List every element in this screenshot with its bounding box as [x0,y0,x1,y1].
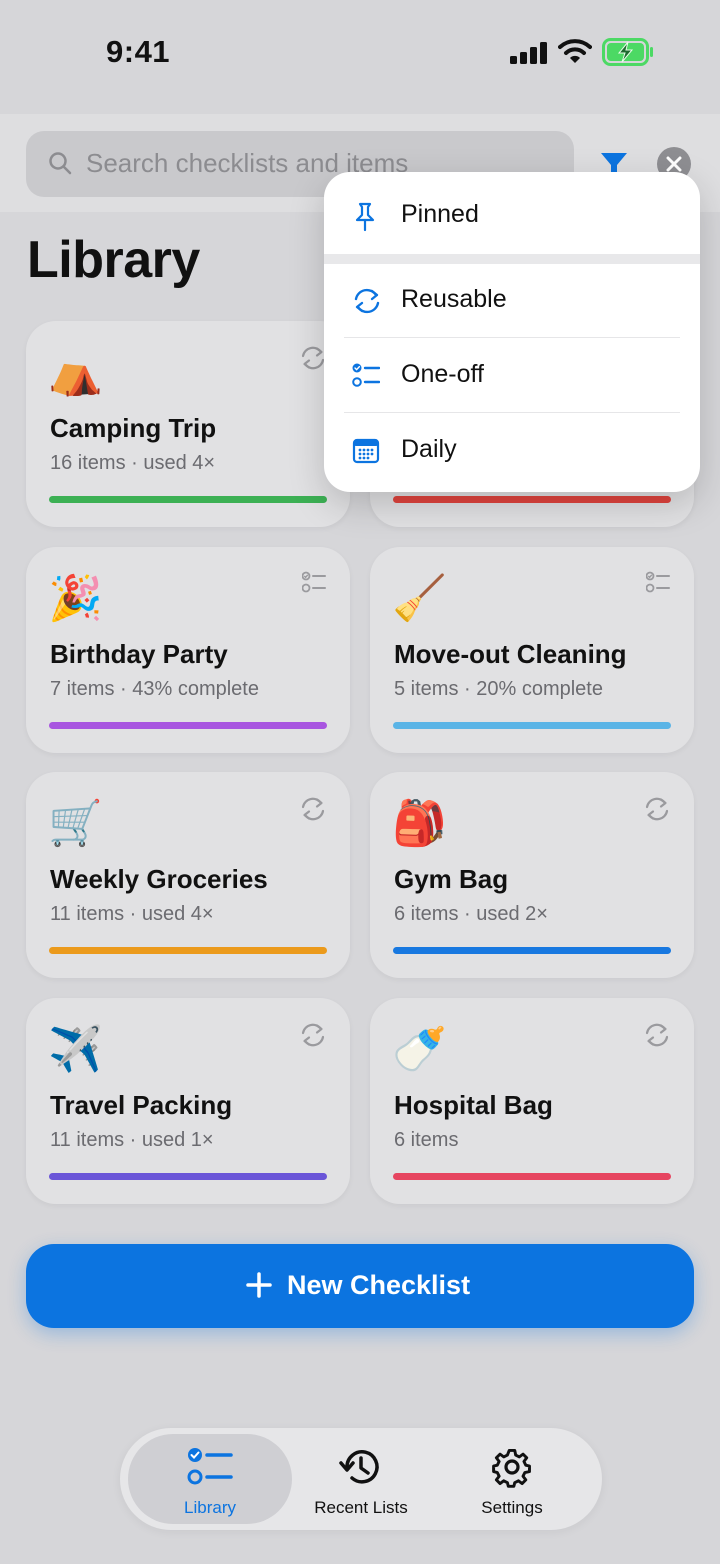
tab-label: Library [184,1498,236,1517]
checklist-color-bar [49,947,327,954]
checklist-meta: 5 items · 20% complete [394,678,603,700]
menu-item-label: Reusable [401,285,507,313]
checklist-title: Weekly Groceries [50,864,268,894]
checklist-title: Travel Packing [50,1090,233,1120]
new-checklist-label: New Checklist [287,1270,471,1300]
checklist-meta: 7 items · 43% complete [50,678,259,700]
menu-item-one-off[interactable]: One-off [324,338,700,412]
checklist-emoji-icon: ⛺ [48,348,103,397]
tab-label: Recent Lists [314,1498,408,1517]
checklist-emoji-icon: 🛒 [48,799,103,848]
checklist-card[interactable]: ⛺ Camping Trip 16 items · used 4× [26,321,350,527]
menu-item-pinned[interactable]: Pinned [324,178,700,252]
checklist-title: Gym Bag [394,864,509,894]
menu-item-label: Pinned [401,200,479,228]
checklist-color-bar [49,722,327,729]
checklist-meta: 6 items · used 2× [394,903,548,925]
reusable-icon [644,1022,670,1053]
checklist-meta: 11 items · used 4× [50,903,214,925]
one-off-icon [645,571,670,598]
checklist-card[interactable]: 🧹 Move-out Cleaning 5 items · 20% complete [370,547,694,753]
checklist-emoji-icon: 🍼 [392,1025,447,1074]
gear-icon [492,1448,531,1488]
checklist-color-bar [393,496,671,503]
new-checklist-button[interactable]: New Checklist [26,1244,694,1328]
filter-menu: Pinned Reusable One-off Daily [324,172,700,492]
checklist-title: Move-out Cleaning [394,639,627,669]
checklist-color-bar [393,722,671,729]
close-icon [666,156,682,172]
cellular-signal-icon [510,42,547,64]
checklist-color-bar [393,947,671,954]
checklist-emoji-icon: 🎒 [392,799,447,848]
checklist-meta: 16 items · used 4× [50,452,216,474]
checklist-meta: 11 items · used 1× [50,1129,214,1151]
menu-item-daily[interactable]: Daily [324,413,700,487]
checklist-icon [187,1448,233,1485]
checklist-emoji-icon: ✈️ [48,1025,103,1074]
one-off-icon [301,571,326,598]
checklist-title: Camping Trip [50,413,217,443]
reusable-icon [300,345,326,376]
checklist-card[interactable]: ✈️ Travel Packing 11 items · used 1× [26,998,350,1204]
tab-library[interactable]: Library [128,1434,292,1524]
checklist-color-bar [49,496,327,503]
checklist-emoji-icon: 🎉 [48,574,103,623]
tab-bar: Library Recent Lists Settings [120,1428,602,1530]
checklist-title: Birthday Party [50,639,228,669]
reusable-icon [644,796,670,827]
checklist-icon [352,363,380,387]
status-bar: 9:41 [0,0,720,110]
pin-icon [355,202,375,232]
checklist-title: Hospital Bag [394,1090,553,1120]
reusable-icon [300,796,326,827]
tab-recent-lists[interactable]: Recent Lists [279,1434,443,1524]
calendar-icon [352,438,380,464]
history-icon [339,1450,379,1484]
wifi-icon [558,39,592,63]
checklist-color-bar [49,1173,327,1180]
checklist-color-bar [393,1173,671,1180]
checklist-card[interactable]: 🎒 Gym Bag 6 items · used 2× [370,772,694,978]
search-icon [49,152,72,175]
checklist-meta: 6 items [394,1129,459,1151]
menu-item-label: Daily [401,435,457,463]
checklist-emoji-icon: 🧹 [392,574,447,623]
checklist-card[interactable]: 🎉 Birthday Party 7 items · 43% complete [26,547,350,753]
menu-item-label: One-off [401,360,484,388]
reusable-icon [300,1022,326,1053]
checklist-card[interactable]: 🍼 Hospital Bag 6 items [370,998,694,1204]
tab-label: Settings [481,1498,543,1517]
refresh-icon [354,288,380,314]
checklist-card[interactable]: 🛒 Weekly Groceries 11 items · used 4× [26,772,350,978]
page-title: Library [27,231,200,289]
plus-icon [246,1272,272,1298]
status-time: 9:41 [106,34,171,69]
battery-charging-icon [602,38,653,66]
menu-item-reusable[interactable]: Reusable [324,263,700,337]
tab-settings[interactable]: Settings [430,1434,594,1524]
